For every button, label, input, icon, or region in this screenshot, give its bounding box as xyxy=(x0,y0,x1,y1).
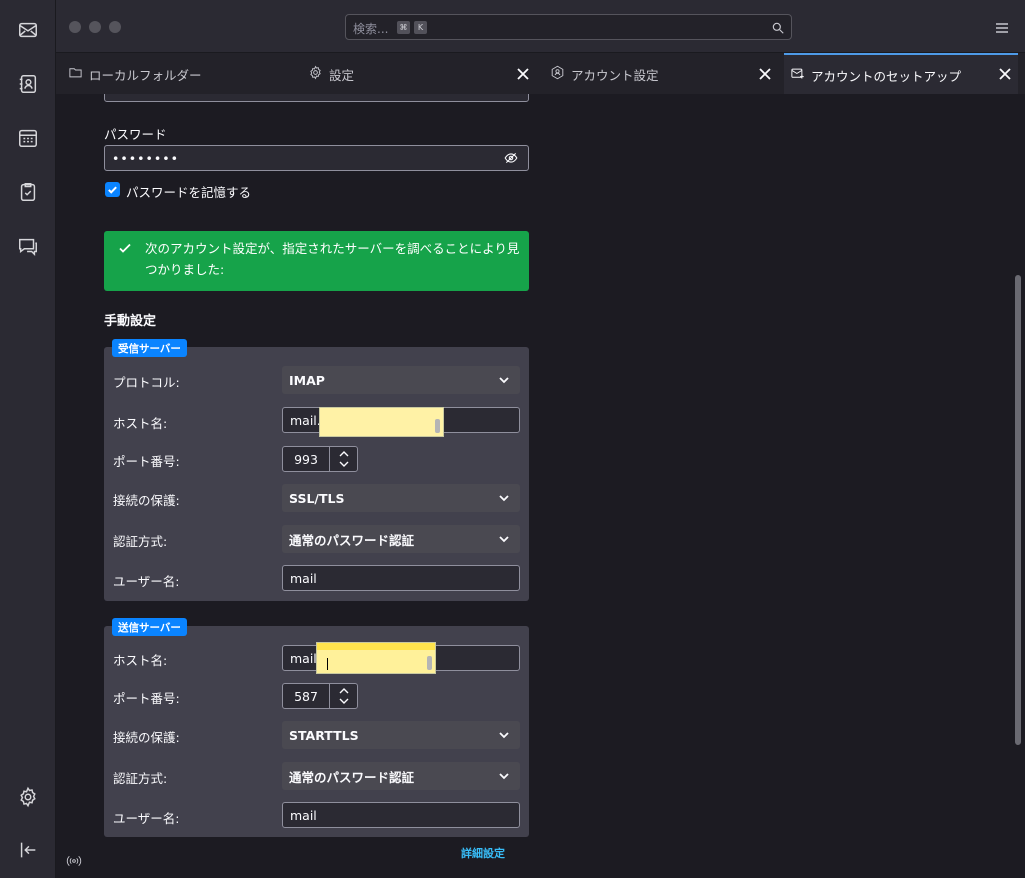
account-setup-content: パスワード •••••••• パスワードを記憶する 次のアカウント設定が、指定さ… xyxy=(56,94,1025,878)
account-settings-icon xyxy=(550,65,571,83)
close-window-button[interactable] xyxy=(69,21,81,33)
outgoing-security-select[interactable]: STARTTLS xyxy=(282,721,520,749)
mail-setup-icon xyxy=(790,66,811,84)
outgoing-port-stepper[interactable]: 587 xyxy=(282,683,358,709)
titlebar: 検索... ⌘ K xyxy=(56,0,1025,52)
incoming-username-input[interactable]: mail xyxy=(282,565,520,591)
password-value: •••••••• xyxy=(112,150,179,166)
auth-value: 通常のパスワード認証 xyxy=(289,532,415,548)
collapse-icon[interactable] xyxy=(14,836,42,864)
incoming-auth-select[interactable]: 通常のパスワード認証 xyxy=(282,525,520,553)
remember-password-label: パスワードを記憶する xyxy=(126,185,252,200)
auth-label: 認証方式: xyxy=(113,534,168,549)
password-label: パスワード xyxy=(104,127,167,142)
tab-account-setup[interactable]: アカウントのセットアップ xyxy=(784,53,1018,95)
chevron-down-icon xyxy=(498,533,510,548)
close-icon[interactable] xyxy=(758,67,772,81)
port-spin-buttons[interactable] xyxy=(329,447,357,471)
chat-icon[interactable] xyxy=(14,232,42,260)
port-label: ポート番号: xyxy=(113,691,180,706)
outgoing-username-input[interactable]: mail xyxy=(282,802,520,828)
incoming-port-stepper[interactable]: 993 xyxy=(282,446,358,472)
security-label: 接続の保護: xyxy=(113,730,180,745)
scroll-handle xyxy=(435,419,440,433)
security-value: STARTTLS xyxy=(289,727,359,743)
tab-label: ローカルフォルダー xyxy=(89,67,202,83)
hostname-label: ホスト名: xyxy=(113,416,168,431)
email-field[interactable] xyxy=(104,94,529,102)
username-value: mail xyxy=(290,807,317,823)
settings-icon[interactable] xyxy=(14,783,42,811)
checkmark-icon xyxy=(118,240,132,259)
scroll-handle xyxy=(427,656,432,670)
tab-settings[interactable]: 設定 xyxy=(308,53,536,95)
gear-icon xyxy=(308,65,329,83)
chevron-down-icon xyxy=(498,374,510,389)
outgoing-server-panel: 送信サーバー ホスト名: mail. ポート番号: 587 接続の保護: STA… xyxy=(104,618,529,837)
port-spin-buttons[interactable] xyxy=(329,684,357,708)
auth-value: 通常のパスワード認証 xyxy=(289,769,415,785)
content-scrollbar[interactable] xyxy=(1015,275,1021,745)
outgoing-auth-select[interactable]: 通常のパスワード認証 xyxy=(282,762,520,790)
username-label: ユーザー名: xyxy=(113,811,180,826)
incoming-protocol-select[interactable]: IMAP xyxy=(282,366,520,394)
shortcut-key-cmd: ⌘ xyxy=(397,21,410,34)
username-label: ユーザー名: xyxy=(113,574,180,589)
redaction-overlay xyxy=(319,407,444,437)
shortcut-key-k: K xyxy=(414,21,427,34)
search-input[interactable]: 検索... ⌘ K xyxy=(345,14,792,40)
hostname-label: ホスト名: xyxy=(113,653,168,668)
incoming-security-select[interactable]: SSL/TLS xyxy=(282,484,520,512)
address-book-icon[interactable] xyxy=(14,70,42,98)
security-label: 接続の保護: xyxy=(113,493,180,508)
manual-config-heading: 手動設定 xyxy=(104,314,157,329)
incoming-server-legend: 受信サーバー xyxy=(112,339,187,357)
success-message: 次のアカウント設定が、指定されたサーバーを調べることにより見つかりました: xyxy=(145,241,520,277)
port-value: 993 xyxy=(294,451,318,467)
online-status-icon[interactable] xyxy=(66,853,82,873)
port-value: 587 xyxy=(294,688,318,704)
protocol-value: IMAP xyxy=(289,372,325,388)
tab-label: 設定 xyxy=(329,67,355,83)
password-field[interactable]: •••••••• xyxy=(104,145,529,171)
tasks-icon[interactable] xyxy=(14,178,42,206)
outgoing-server-legend: 送信サーバー xyxy=(112,618,187,636)
auth-label: 認証方式: xyxy=(113,771,168,786)
redaction-overlay xyxy=(316,642,436,674)
success-notice: 次のアカウント設定が、指定されたサーバーを調べることにより見つかりました: xyxy=(104,231,529,291)
tab-account-settings[interactable]: アカウント設定 xyxy=(550,53,778,95)
close-icon[interactable] xyxy=(516,67,530,81)
calendar-icon[interactable] xyxy=(14,124,42,152)
chevron-down-icon xyxy=(498,492,510,507)
port-label: ポート番号: xyxy=(113,454,180,469)
protocol-label: プロトコル: xyxy=(113,375,180,390)
tab-local-folders[interactable]: ローカルフォルダー xyxy=(68,53,300,95)
search-placeholder: 検索... xyxy=(353,22,389,36)
folder-icon xyxy=(68,65,89,83)
zoom-window-button[interactable] xyxy=(109,21,121,33)
app-menu-icon[interactable] xyxy=(995,19,1009,38)
tab-bar: ローカルフォルダー 設定 アカウント設定 アカウントのセットアップ xyxy=(56,52,1025,95)
text-cursor xyxy=(327,658,328,670)
incoming-server-panel: 受信サーバー プロトコル: IMAP ホスト名: mail. ポート番号: 99… xyxy=(104,339,529,601)
username-value: mail xyxy=(290,570,317,586)
hostname-value: mail. xyxy=(290,412,321,428)
tab-label: アカウント設定 xyxy=(571,67,659,83)
minimize-window-button[interactable] xyxy=(89,21,101,33)
close-icon[interactable] xyxy=(998,67,1012,81)
advanced-config-link[interactable]: 詳細設定 xyxy=(461,845,505,861)
overlay-titlebar xyxy=(317,643,435,650)
chevron-down-icon xyxy=(498,770,510,785)
chevron-down-icon xyxy=(498,729,510,744)
hide-password-icon[interactable] xyxy=(504,151,518,168)
security-value: SSL/TLS xyxy=(289,490,345,506)
tab-label: アカウントのセットアップ xyxy=(811,68,962,84)
spaces-toolbar xyxy=(0,0,56,878)
search-icon xyxy=(771,20,785,39)
mail-icon[interactable] xyxy=(14,16,42,44)
remember-password-checkbox[interactable] xyxy=(105,182,120,197)
